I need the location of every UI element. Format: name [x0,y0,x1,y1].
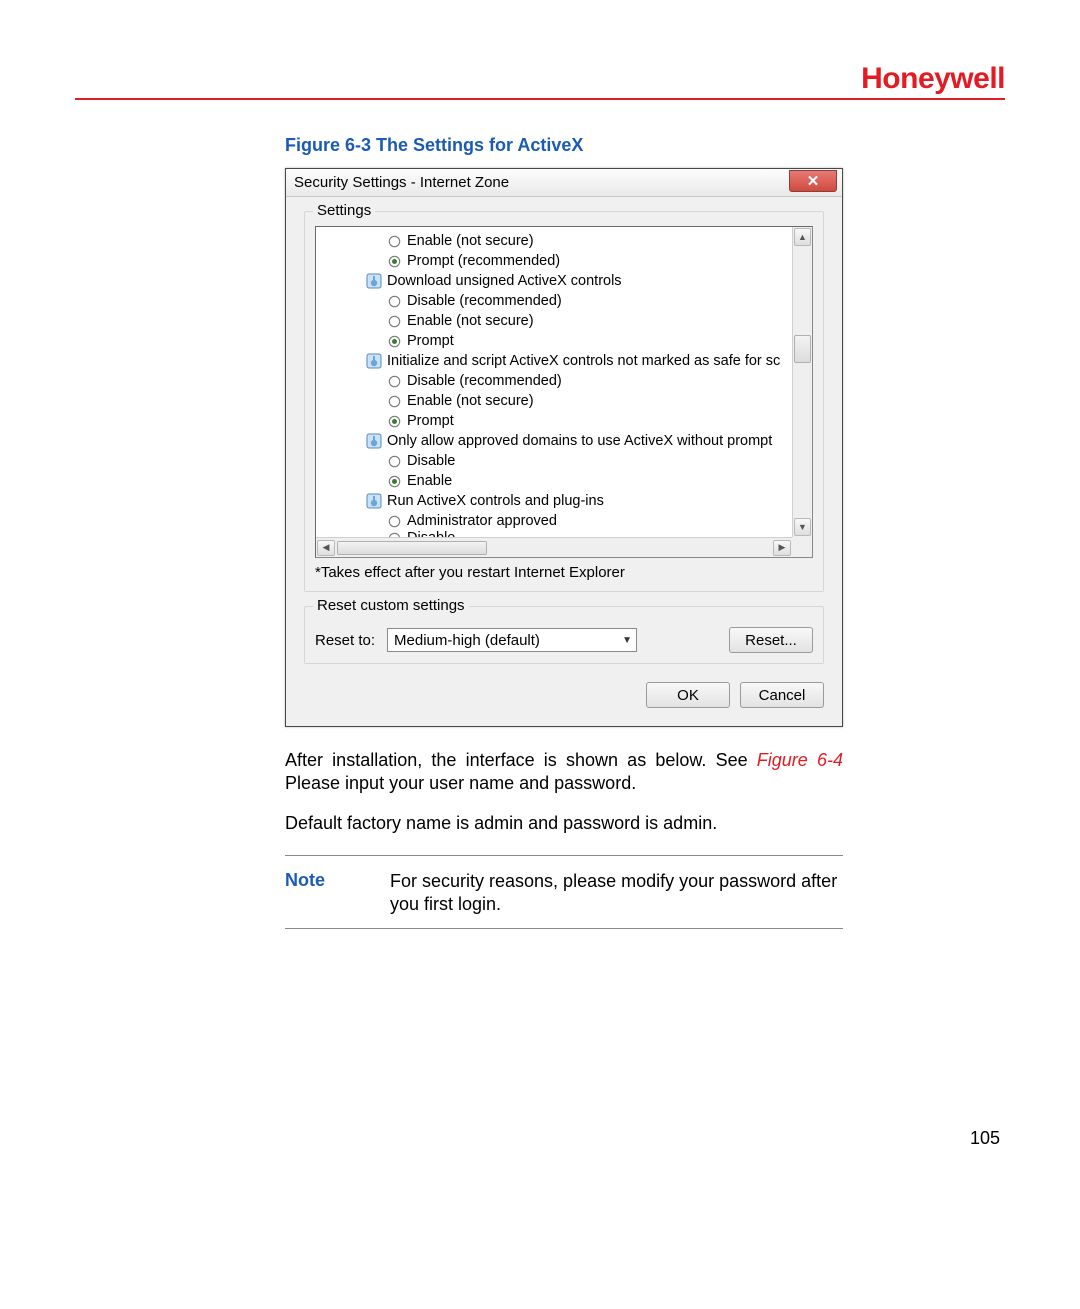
tree-option[interactable]: Disable (recommended) [316,291,792,311]
horizontal-scrollbar[interactable]: ◀ ▶ [316,537,792,557]
reset-button[interactable]: Reset... [729,627,813,653]
tree-option[interactable]: Disable (recommended) [316,371,792,391]
tree-category: Only allow approved domains to use Activ… [316,431,792,451]
close-icon: ✕ [807,172,820,190]
tree-option-label: Disable [407,453,455,469]
scroll-left-arrow-icon[interactable]: ◀ [317,540,335,556]
note-block: Note For security reasons, please modify… [285,855,843,930]
figure-ref: Figure 6-4 [757,750,843,770]
reset-group-label: Reset custom settings [313,597,469,614]
tree-option[interactable]: Prompt (recommended) [316,251,792,271]
dialog-body: Settings Enable (not secure) Prompt (rec… [286,197,842,726]
note-text: For security reasons, please modify your… [390,870,843,917]
page-content: Figure 6-3 The Settings for ActiveX Secu… [75,100,1005,929]
tree-option-label: Disable (recommended) [407,373,562,389]
vertical-scrollbar[interactable]: ▲ ▼ [792,227,812,537]
page-number: 105 [970,1128,1000,1149]
dialog-title: Security Settings - Internet Zone [294,174,509,191]
tree-category-label: Initialize and script ActiveX controls n… [387,353,780,369]
reset-level-value: Medium-high (default) [394,632,540,649]
reset-to-label: Reset to: [315,632,375,649]
scroll-thumb[interactable] [794,335,811,363]
tree-option-label: Prompt (recommended) [407,253,560,269]
scroll-thumb-h[interactable] [337,541,487,555]
scroll-down-arrow-icon[interactable]: ▼ [794,518,811,536]
tree-option-label: Enable (not secure) [407,313,534,329]
security-settings-dialog: Security Settings - Internet Zone ✕ Sett… [285,168,843,727]
reset-level-combobox[interactable]: Medium-high (default) ▼ [387,628,637,652]
tree-option-label: Enable (not secure) [407,233,534,249]
tree-option[interactable]: Prompt [316,411,792,431]
tree-category-label: Run ActiveX controls and plug-ins [387,493,604,509]
tree-category-label: Only allow approved domains to use Activ… [387,433,772,449]
tree-option-label: Disable (recommended) [407,293,562,309]
dialog-footer: OK Cancel [304,678,824,708]
tree-category: Initialize and script ActiveX controls n… [316,351,792,371]
reset-groupbox: Reset custom settings Reset to: Medium-h… [304,606,824,664]
paragraph-1: After installation, the interface is sho… [285,749,843,794]
tree-category: Run ActiveX controls and plug-ins [316,491,792,511]
tree-option[interactable]: Enable (not secure) [316,391,792,411]
scroll-right-arrow-icon[interactable]: ▶ [773,540,791,556]
brand-logo: Honeywell [861,62,1005,96]
close-button[interactable]: ✕ [789,170,837,192]
para1-b: Please input your user name and password… [285,773,636,793]
restart-footnote: *Takes effect after you restart Internet… [315,564,813,581]
scroll-corner [792,537,812,557]
note-label: Note [285,870,390,917]
tree-option-label: Administrator approved [407,513,557,529]
tree-category-label: Download unsigned ActiveX controls [387,273,622,289]
tree-option-label: Enable [407,473,452,489]
tree-option[interactable]: Enable (not secure) [316,311,792,331]
tree-option[interactable]: Administrator approved [316,511,792,531]
dialog-titlebar[interactable]: Security Settings - Internet Zone ✕ [286,169,842,197]
ok-button[interactable]: OK [646,682,730,708]
page-header: Honeywell [75,60,1005,100]
cancel-button[interactable]: Cancel [740,682,824,708]
tree-option[interactable]: Enable (not secure) [316,231,792,251]
tree-option-label: Prompt [407,333,454,349]
chevron-down-icon: ▼ [622,635,632,646]
paragraph-2: Default factory name is admin and passwo… [285,812,843,835]
tree-option[interactable]: Disable [316,451,792,471]
settings-tree: Enable (not secure) Prompt (recommended)… [316,227,792,537]
tree-option[interactable]: Prompt [316,331,792,351]
settings-tree-scrollpane[interactable]: Enable (not secure) Prompt (recommended)… [315,226,813,558]
scroll-up-arrow-icon[interactable]: ▲ [794,228,811,246]
para1-a: After installation, the interface is sho… [285,750,757,770]
tree-option-label: Prompt [407,413,454,429]
settings-groupbox: Settings Enable (not secure) Prompt (rec… [304,211,824,592]
tree-category: Download unsigned ActiveX controls [316,271,792,291]
figure-caption: Figure 6-3 The Settings for ActiveX [285,135,1005,156]
settings-group-label: Settings [313,202,375,219]
tree-option[interactable]: Enable [316,471,792,491]
tree-option-label: Enable (not secure) [407,393,534,409]
